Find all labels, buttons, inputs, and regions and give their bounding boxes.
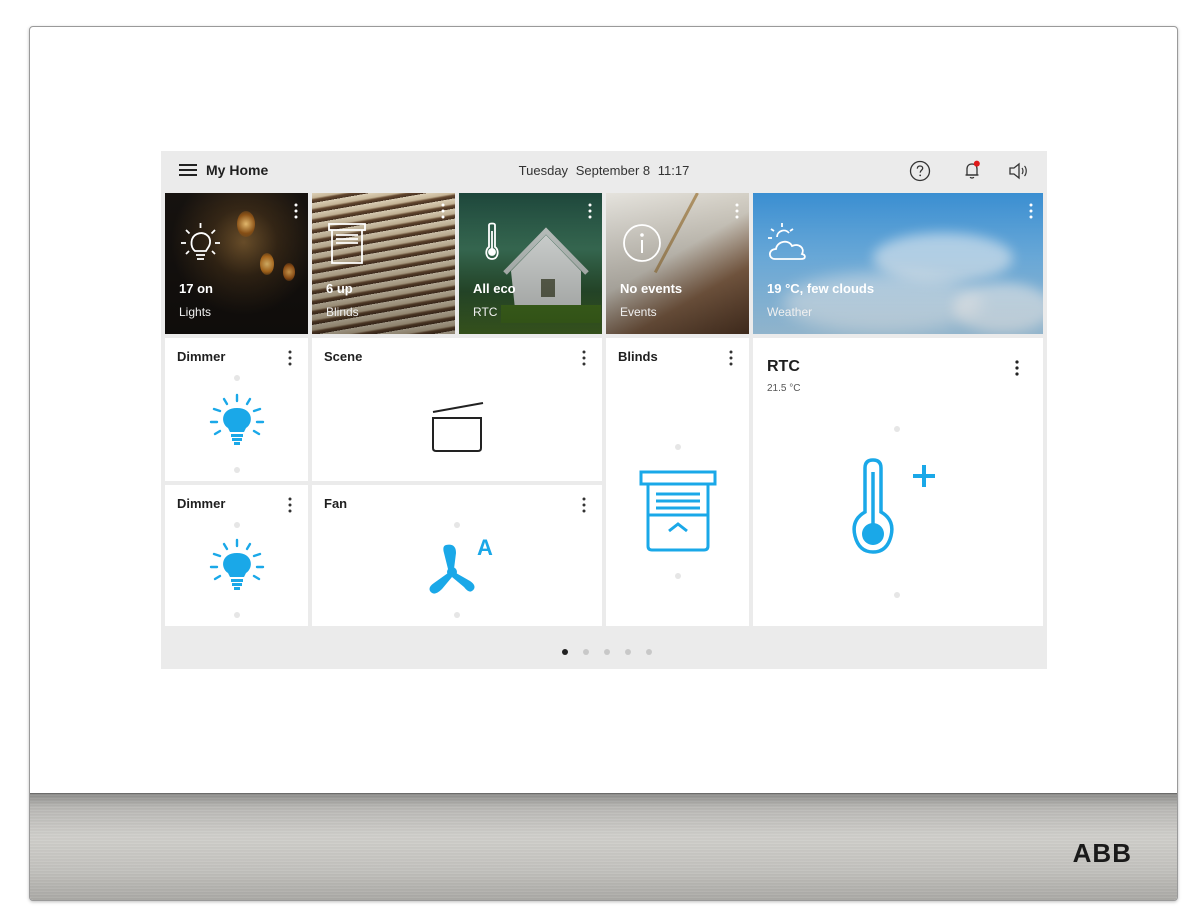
tile-more-icon[interactable] [1029,203,1033,219]
blinds-up-icon[interactable] [638,468,718,554]
blinds-card[interactable]: Blinds [606,338,749,626]
fan-mode-label: A [477,535,493,560]
date-label: September 8 [575,163,651,178]
tile-label: Blinds [326,305,359,319]
range-dot [454,612,460,618]
thermometer-icon [485,222,499,260]
range-dot [234,522,240,528]
tile-label: Events [620,305,657,319]
scene-card[interactable]: Scene [312,338,602,481]
card-title: Dimmer [177,496,226,511]
tile-more-icon[interactable] [588,203,592,219]
light-bulb-icon[interactable] [206,392,268,450]
scene-clapperboard-icon[interactable] [427,396,487,456]
rtc-card[interactable]: RTC 21.5 °C [753,338,1043,626]
tile-value: 17 on [179,281,213,296]
card-title: Blinds [618,349,658,364]
tile-more-icon[interactable] [441,203,445,219]
range-dot [894,592,900,598]
fan-icon[interactable] [426,539,478,595]
help-icon[interactable] [909,160,931,182]
range-dot [894,426,900,432]
range-dot [234,467,240,473]
page-dot-active[interactable] [562,649,568,655]
info-icon [623,224,661,262]
range-dot [454,522,460,528]
tile-value: No events [620,281,683,296]
page-dot[interactable] [625,649,631,655]
card-more-icon[interactable] [582,350,586,366]
tile-more-icon[interactable] [294,203,298,219]
page-dot[interactable] [583,649,589,655]
card-title: Scene [324,349,363,364]
card-title: RTC [767,358,800,375]
bulb-icon [181,223,220,260]
brand-logo: ABB [1072,838,1132,868]
page-dot[interactable] [646,649,652,655]
rtc-tile[interactable]: All eco RTC [459,193,602,334]
weather-tile[interactable]: 19 °C, few clouds Weather [753,193,1043,334]
tile-value: 19 °C, few clouds [767,281,875,296]
range-dot [234,612,240,618]
card-more-icon[interactable] [288,497,292,513]
fan-card[interactable]: Fan A [312,485,602,626]
time-label: 11:17 [657,163,690,178]
top-bar: My Home Tuesday September 8 11:17 [161,151,1047,191]
card-more-icon[interactable] [729,350,733,366]
card-more-icon[interactable] [1015,358,1019,378]
touch-panel-device: My Home Tuesday September 8 11:17 17 on … [29,26,1178,901]
brushed-steel-bezel: ABB [30,793,1177,900]
card-title: Dimmer [177,349,226,364]
range-dot [234,375,240,381]
notification-bell-icon[interactable] [961,159,983,181]
dimmer-card[interactable]: Dimmer [165,338,308,481]
partly-cloudy-icon [768,223,806,260]
tile-label: Weather [767,305,813,319]
tile-value: 6 up [326,281,353,296]
page-indicator [161,626,1047,669]
blinds-icon [328,223,366,264]
day-label: Tuesday [518,163,569,178]
rtc-temperature: 21.5 °C [767,383,801,394]
dimmer-card[interactable]: Dimmer [165,485,308,626]
card-title: Fan [324,496,348,511]
panel-screen: My Home Tuesday September 8 11:17 17 on … [161,151,1047,669]
tile-label: RTC [473,305,498,319]
blinds-tile[interactable]: 6 up Blinds [312,193,455,334]
card-more-icon[interactable] [582,497,586,513]
thermometer-plus-icon[interactable] [839,450,949,570]
tile-label: Lights [179,305,212,319]
tile-value: All eco [473,281,516,296]
light-bulb-icon[interactable] [206,537,268,595]
speaker-icon[interactable] [1007,161,1029,181]
range-dot [675,573,681,579]
card-more-icon[interactable] [288,350,292,366]
page-dot[interactable] [604,649,610,655]
lights-tile[interactable]: 17 on Lights [165,193,308,334]
events-tile[interactable]: No events Events [606,193,749,334]
range-dot [675,444,681,450]
tile-more-icon[interactable] [735,203,739,219]
